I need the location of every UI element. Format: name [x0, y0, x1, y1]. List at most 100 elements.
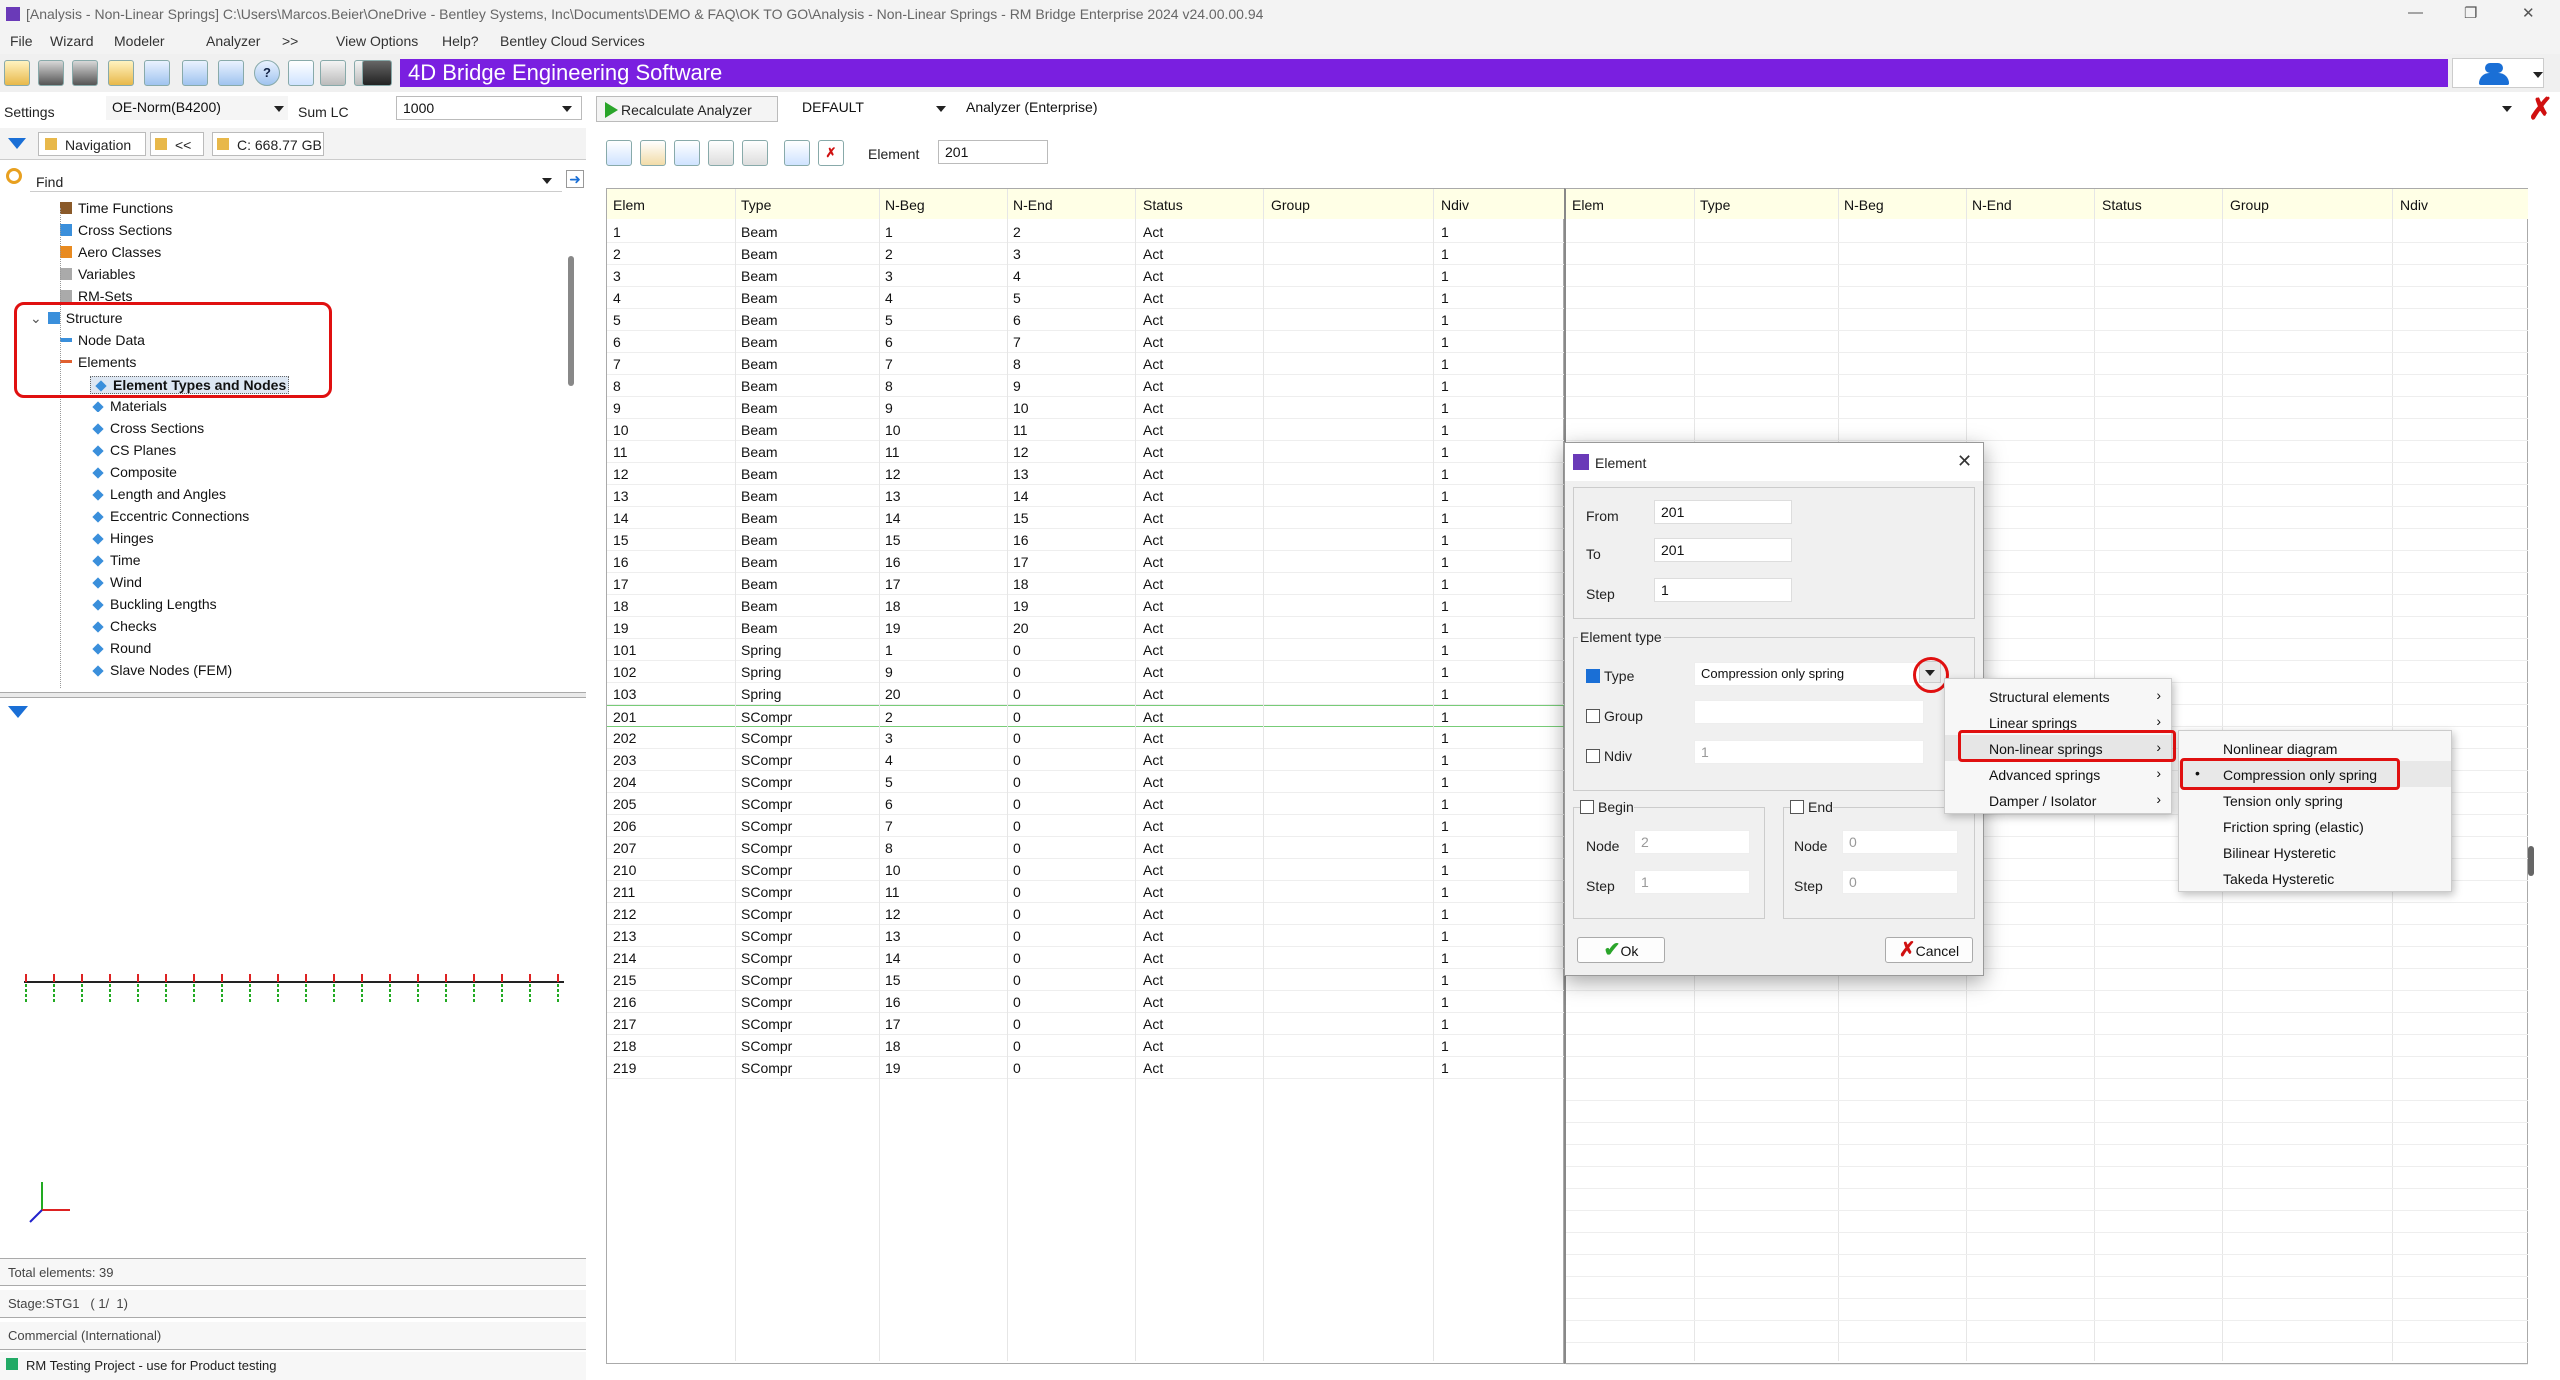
table-row[interactable]: 210 SCompr 10 0 Act 1 — [607, 859, 1565, 881]
tree-item-round[interactable]: Round — [90, 640, 151, 656]
tree-item-cs[interactable]: Cross Sections — [90, 420, 204, 436]
table-row[interactable]: 202 SCompr 3 0 Act 1 — [607, 727, 1565, 749]
type-checkbox[interactable]: Type — [1586, 668, 1634, 684]
menu-item-damper-isolator[interactable]: Damper / Isolator › — [1945, 787, 2171, 813]
table-row[interactable]: 12 Beam 12 13 Act 1 — [607, 463, 1565, 485]
go-arrow-icon[interactable]: ➜ — [566, 170, 584, 188]
table-row[interactable]: 5 Beam 5 6 Act 1 — [607, 309, 1565, 331]
table-row[interactable]: 16 Beam 16 17 Act 1 — [607, 551, 1565, 573]
table-row[interactable]: 1 Beam 1 2 Act 1 — [607, 221, 1565, 243]
table-row[interactable]: 218 SCompr 18 0 Act 1 — [607, 1035, 1565, 1057]
properties-icon[interactable] — [784, 140, 810, 166]
minimize-icon[interactable]: — — [2408, 4, 2423, 21]
table-row[interactable]: 2 Beam 2 3 Act 1 — [607, 243, 1565, 265]
table-row[interactable]: 103 Spring 20 0 Act 1 — [607, 683, 1565, 705]
browse-icon[interactable] — [108, 60, 134, 86]
table-row[interactable]: 7 Beam 7 8 Act 1 — [607, 353, 1565, 375]
table-row[interactable]: 216 SCompr 16 0 Act 1 — [607, 991, 1565, 1013]
collapse-icon[interactable] — [8, 138, 26, 149]
find-input[interactable] — [30, 168, 562, 192]
close-icon[interactable]: ✕ — [2522, 4, 2535, 22]
table-row[interactable]: 201 SCompr 2 0 Act 1 — [607, 705, 1565, 727]
table-row[interactable]: 14 Beam 14 15 Act 1 — [607, 507, 1565, 529]
analyzer-mode-select[interactable]: Analyzer (Enterprise) — [960, 96, 2510, 120]
table-row[interactable]: 217 SCompr 17 0 Act 1 — [607, 1013, 1565, 1035]
begin-checkbox[interactable]: Begin — [1580, 799, 1634, 815]
maximize-icon[interactable]: ❐ — [2464, 4, 2477, 22]
sumlc-select[interactable]: 1000 — [396, 96, 582, 120]
table-row[interactable]: 4 Beam 4 5 Act 1 — [607, 287, 1565, 309]
tree-item-checks[interactable]: Checks — [90, 618, 157, 634]
tree-item-slave-nodes[interactable]: Slave Nodes (FEM) — [90, 662, 232, 678]
numbering-icon[interactable] — [742, 140, 768, 166]
find-icon[interactable] — [6, 168, 22, 184]
end-node-input[interactable]: 0 — [1842, 830, 1958, 854]
user-button[interactable] — [2452, 58, 2544, 88]
table-row[interactable]: 213 SCompr 13 0 Act 1 — [607, 925, 1565, 947]
tree-scrollbar[interactable] — [568, 256, 574, 386]
table-row[interactable]: 13 Beam 13 14 Act 1 — [607, 485, 1565, 507]
tree-item-time[interactable]: Time — [90, 552, 141, 568]
table-row[interactable]: 101 Spring 1 0 Act 1 — [607, 639, 1565, 661]
preset-select[interactable]: DEFAULT — [796, 96, 956, 120]
pane-splitter[interactable] — [0, 692, 586, 698]
tree-item-variables[interactable]: Variables — [60, 266, 135, 282]
table-row[interactable]: 203 SCompr 4 0 Act 1 — [607, 749, 1565, 771]
from-input[interactable]: 201 — [1654, 500, 1792, 524]
tree-item-cross-sections[interactable]: Cross Sections — [60, 222, 172, 238]
tree-item-cs-planes[interactable]: CS Planes — [90, 442, 176, 458]
grid-scrollbar[interactable] — [2528, 846, 2534, 876]
dialog-close-icon[interactable]: ✕ — [1957, 451, 1972, 472]
view-collapse-icon[interactable] — [8, 706, 28, 718]
end-checkbox[interactable]: End — [1790, 799, 1833, 815]
table-row[interactable]: 11 Beam 11 12 Act 1 — [607, 441, 1565, 463]
menu-item-bilinear-hysteretic[interactable]: Bilinear Hysteretic — [2179, 839, 2451, 865]
info-icon[interactable] — [288, 60, 314, 86]
begin-node-input[interactable]: 2 — [1634, 830, 1750, 854]
group-checkbox[interactable]: Group — [1586, 708, 1643, 724]
table-row[interactable]: 8 Beam 8 9 Act 1 — [607, 375, 1565, 397]
menu-item-friction-spring[interactable]: Friction spring (elastic) — [2179, 813, 2451, 839]
document-icon[interactable] — [320, 60, 346, 86]
back-tab[interactable]: << — [150, 132, 204, 156]
edit-icon[interactable] — [640, 140, 666, 166]
settings-tool-icon[interactable] — [144, 60, 170, 86]
group-input[interactable] — [1694, 700, 1924, 724]
menu-view-options[interactable]: View Options — [336, 33, 418, 49]
table-row[interactable]: 9 Beam 9 10 Act 1 — [607, 397, 1565, 419]
import-icon[interactable] — [606, 140, 632, 166]
cancel-button[interactable]: ✗Cancel — [1885, 937, 1973, 963]
menu-more[interactable]: >> — [282, 33, 298, 49]
menu-item-structural-elements[interactable]: Structural elements › — [1945, 683, 2171, 709]
menu-file[interactable]: File — [10, 33, 33, 49]
table-row[interactable]: 18 Beam 18 19 Act 1 — [607, 595, 1565, 617]
begin-step-input[interactable]: 1 — [1634, 870, 1750, 894]
tree-item-hinges[interactable]: Hinges — [90, 530, 154, 546]
tree-item-length-and-angles[interactable]: Length and Angles — [90, 486, 226, 502]
type-select[interactable]: Compression only spring — [1694, 662, 1924, 686]
table-row[interactable]: 19 Beam 19 20 Act 1 — [607, 617, 1565, 639]
graduation-cap-icon[interactable] — [362, 60, 392, 86]
tree-item-aero-classes[interactable]: Aero Classes — [60, 244, 161, 260]
menu-item-tension-only-spring[interactable]: Tension only spring — [2179, 787, 2451, 813]
delete-icon[interactable]: ✗ — [818, 140, 844, 166]
ndiv-input[interactable]: 1 — [1694, 740, 1924, 764]
close-analyzer-icon[interactable]: ✗ — [2528, 92, 2553, 127]
step-input[interactable]: 1 — [1654, 578, 1792, 602]
model-3d-view[interactable] — [0, 736, 586, 1258]
tree-item-rm-sets[interactable]: RM-Sets — [60, 288, 132, 302]
menu-wizard[interactable]: Wizard — [50, 33, 94, 49]
table-row[interactable]: 3 Beam 3 4 Act 1 — [607, 265, 1565, 287]
help-icon[interactable]: ? — [254, 60, 280, 86]
table-row[interactable]: 207 SCompr 8 0 Act 1 — [607, 837, 1565, 859]
edit-tool-icon[interactable] — [218, 60, 244, 86]
to-input[interactable]: 201 — [1654, 538, 1792, 562]
end-step-input[interactable]: 0 — [1842, 870, 1958, 894]
table-row[interactable]: 15 Beam 15 16 Act 1 — [607, 529, 1565, 551]
disk-tab[interactable]: C: 668.77 GB — [212, 132, 324, 156]
tree-item-composite[interactable]: Composite — [90, 464, 177, 480]
table-row[interactable]: 205 SCompr 6 0 Act 1 — [607, 793, 1565, 815]
recalculate-button[interactable]: Recalculate Analyzer — [596, 96, 778, 122]
element-input[interactable]: 201 — [938, 140, 1048, 164]
export-icon[interactable] — [674, 140, 700, 166]
